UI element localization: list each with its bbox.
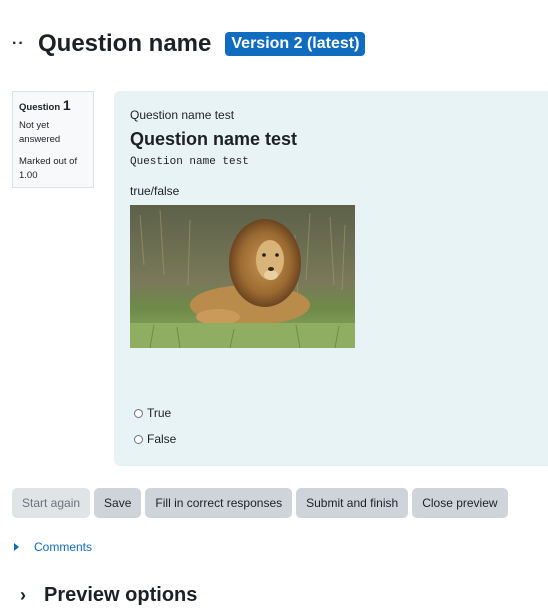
action-buttons: Start again Save Fill in correct respons… bbox=[12, 488, 512, 518]
question-content: Question name test Question name test Qu… bbox=[114, 91, 548, 466]
answer-true-label: True bbox=[147, 406, 172, 420]
question-state: Not yet answered bbox=[19, 120, 61, 145]
page-title: Question name bbox=[38, 30, 212, 57]
question-grade: Marked out of 1.00 bbox=[19, 156, 78, 181]
preview-options-label: Preview options bbox=[44, 584, 198, 606]
comments-label: Comments bbox=[34, 540, 93, 554]
submit-finish-button[interactable]: Submit and finish bbox=[296, 488, 409, 518]
answer-false[interactable]: False bbox=[130, 426, 538, 452]
start-again-button[interactable]: Start again bbox=[12, 488, 91, 518]
drag-handle-icon[interactable]: ·· bbox=[12, 35, 26, 53]
radio-false[interactable] bbox=[134, 434, 143, 444]
radio-true[interactable] bbox=[134, 408, 143, 418]
question-name-text: Question name test bbox=[130, 108, 235, 122]
save-button[interactable]: Save bbox=[94, 488, 142, 518]
question-number: Question 1 bbox=[19, 97, 71, 113]
question-type-label: true/false bbox=[130, 184, 180, 198]
question-heading: Question name test bbox=[130, 129, 298, 149]
question-info-panel: Question 1 Not yet answered Marked out o… bbox=[12, 91, 94, 188]
answer-true[interactable]: True bbox=[130, 400, 538, 426]
lion-image bbox=[130, 205, 355, 348]
preview-options-toggle[interactable]: › Preview options bbox=[20, 584, 197, 607]
triangle-right-icon bbox=[14, 543, 19, 551]
page-header: ·· Question name Version 2 (latest) bbox=[12, 30, 366, 58]
close-preview-button[interactable]: Close preview bbox=[412, 488, 508, 518]
question-code-text: Question name test bbox=[130, 156, 249, 168]
comments-toggle[interactable]: Comments bbox=[14, 540, 92, 554]
version-badge: Version 2 (latest) bbox=[225, 32, 366, 56]
chevron-right-icon: › bbox=[20, 585, 26, 605]
fill-correct-button[interactable]: Fill in correct responses bbox=[145, 488, 293, 518]
answer-false-label: False bbox=[147, 432, 177, 446]
answer-options: True False bbox=[130, 400, 538, 452]
